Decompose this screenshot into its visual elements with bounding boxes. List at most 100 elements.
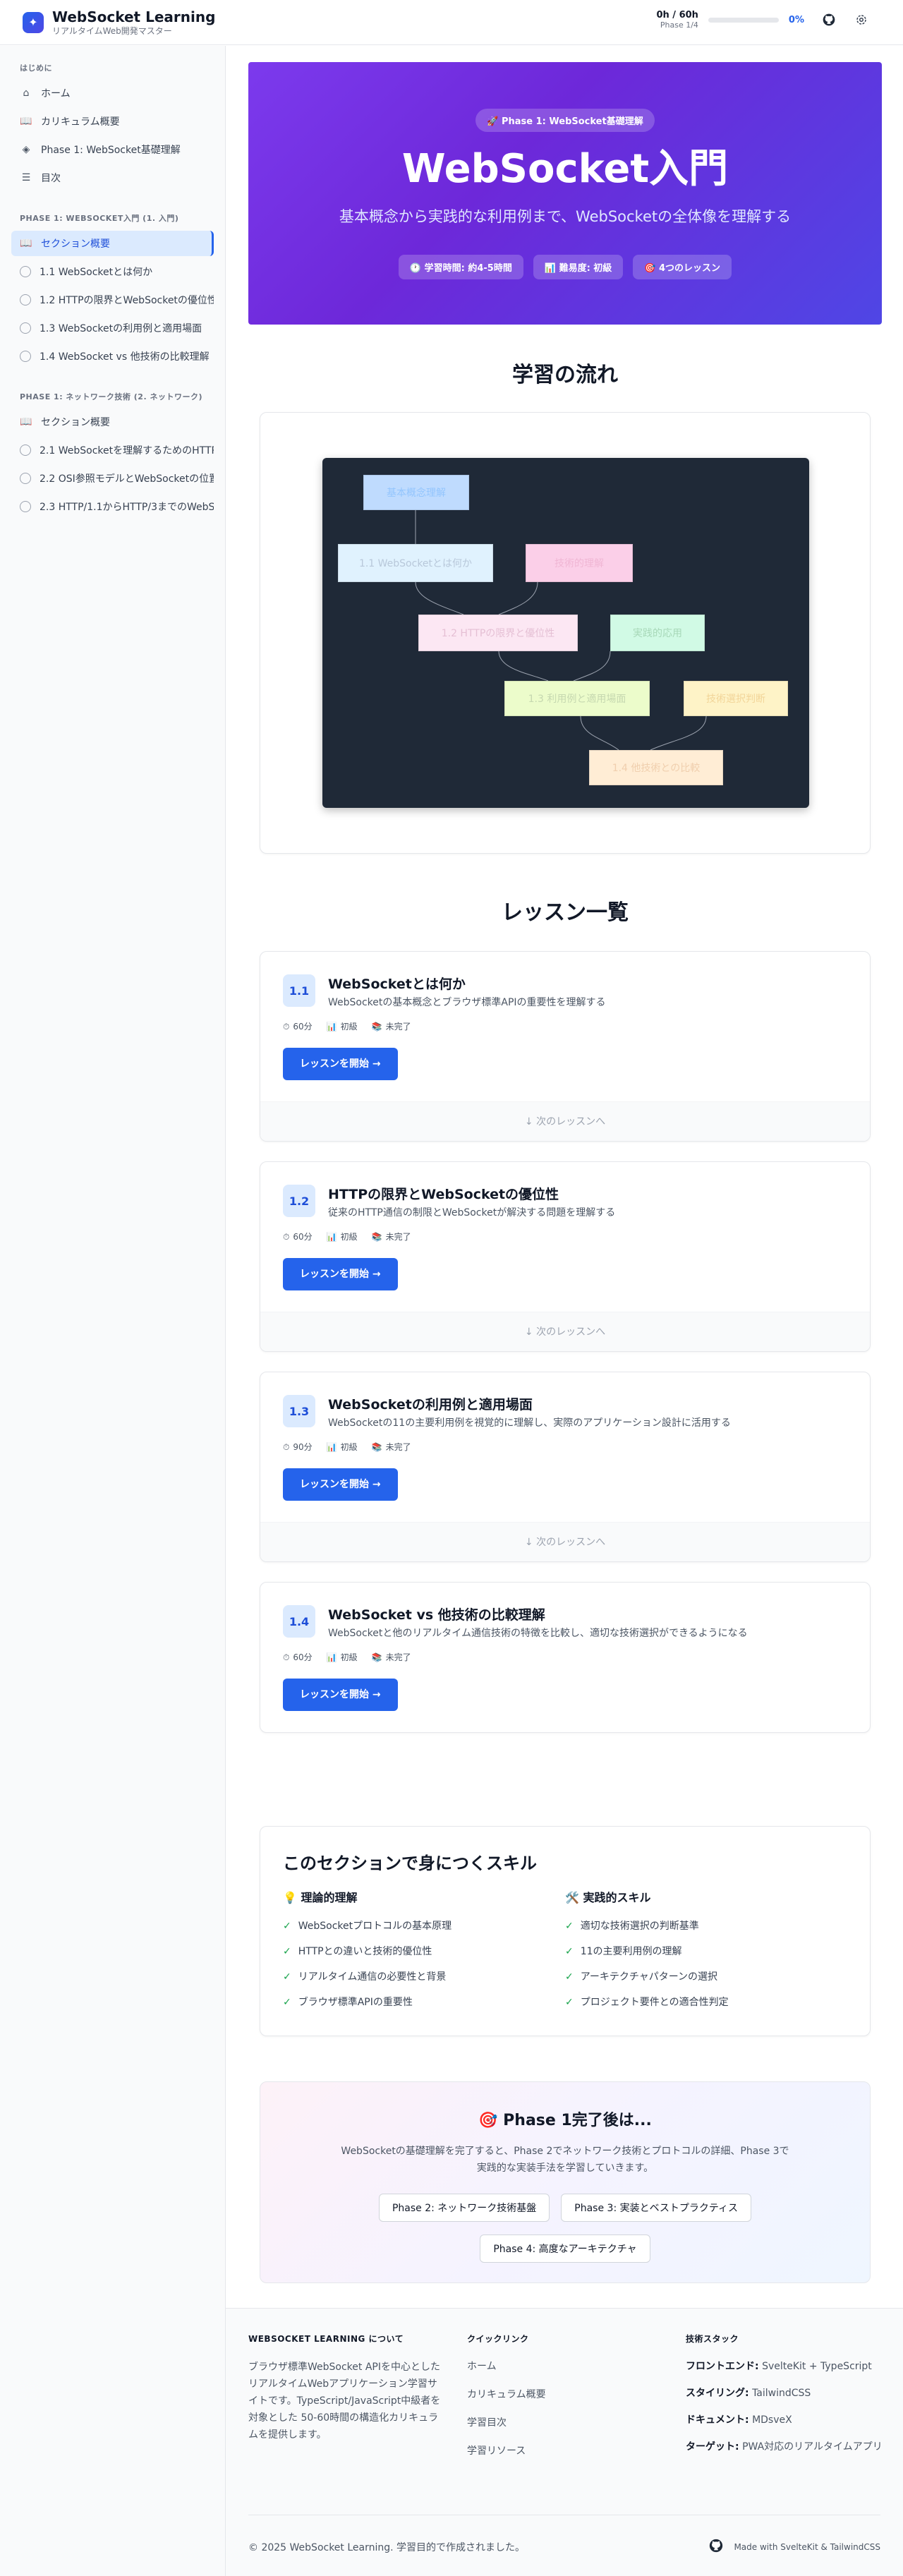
made-with: Made with SvelteKit & TailwindCSS xyxy=(708,2538,880,2556)
next-lesson-link[interactable]: ↓ 次のレッスンへ xyxy=(260,1101,870,1141)
incomplete-circle-icon xyxy=(20,266,31,277)
lesson-title: HTTPの限界とWebSocketの優位性 xyxy=(328,1187,559,1202)
sidebar-item-label: 2.3 HTTP/1.1からHTTP/3までのWebSocket xyxy=(40,502,214,513)
footer-about-text: ブラウザ標準WebSocket APIを中心とした リアルタイムWebアプリケー… xyxy=(248,2362,441,2441)
sidebar-item-lesson-1-2[interactable]: 1.2 HTTPの限界とWebSocketの優位性 xyxy=(11,287,214,313)
start-lesson-button[interactable]: レッスンを開始 → xyxy=(283,1679,398,1711)
logo-icon[interactable]: ✦ xyxy=(23,11,44,33)
top-header: ✦ WebSocket Learning リアルタイムWeb開発マスター 0h … xyxy=(0,0,903,45)
footer-link-toc[interactable]: 学習目次 xyxy=(467,2415,546,2429)
check-icon: ✓ xyxy=(565,1921,574,1932)
sidebar-item-phase1[interactable]: ◈ Phase 1: WebSocket基礎理解 xyxy=(11,137,214,162)
lesson-card: 1.2 HTTPの限界とWebSocketの優位性 従来のHTTP通信の制限とW… xyxy=(260,1161,871,1352)
incomplete-circle-icon xyxy=(20,501,31,512)
footer-link-resources[interactable]: 学習リソース xyxy=(467,2443,546,2457)
chart-icon: 📊 xyxy=(326,1232,337,1242)
sidebar-item-curriculum[interactable]: 📖 カリキュラム概要 xyxy=(11,109,214,134)
sidebar-item-lesson-1-1[interactable]: 1.1 WebSocketとは何か xyxy=(11,259,214,284)
phase-4-link[interactable]: Phase 4: 高度なアーキテクチャ xyxy=(480,2235,650,2263)
lesson-duration: ⏱ 60分 xyxy=(283,1652,313,1662)
sidebar-item-lesson-2-3[interactable]: 2.3 HTTP/1.1からHTTP/3までのWebSocket xyxy=(11,494,214,519)
start-lesson-button[interactable]: レッスンを開始 → xyxy=(283,1048,398,1080)
skills-title: このセクションで身につくスキル xyxy=(283,1854,537,1873)
lesson-duration: ⏱ 90分 xyxy=(283,1442,313,1452)
practice-skills-title: 🛠️ 実践的スキル xyxy=(565,1891,651,1904)
check-icon: ✓ xyxy=(283,1997,291,2008)
footer-link-home[interactable]: ホーム xyxy=(467,2359,546,2373)
stat-study-time: 🕐 学習時間: 約4-5時間 xyxy=(398,255,523,279)
skill-item: ✓ リアルタイム通信の必要性と背景 xyxy=(283,1964,565,1990)
flow-card: 基本概念理解 1.1 WebSocketとは何か 技術的理解 1.2 HTTPの… xyxy=(260,412,871,854)
flow-node-practical: 実践的応用 xyxy=(610,615,705,651)
sidebar-item-label: 1.4 WebSocket vs 他技術の比較理解 xyxy=(40,351,210,363)
sidebar-item-lesson-1-3[interactable]: 1.3 WebSocketの利用例と適用場面 xyxy=(11,315,214,341)
sidebar-item-label: カリキュラム概要 xyxy=(41,116,120,128)
sidebar-group-phase1-intro: PHASE 1: WEBSOCKET入門 (1. 入門) xyxy=(20,214,179,223)
start-lesson-button[interactable]: レッスンを開始 → xyxy=(283,1468,398,1501)
skill-item: ✓ アーキテクチャパターンの選択 xyxy=(565,1964,847,1990)
incomplete-circle-icon xyxy=(20,294,31,306)
next-lesson-link[interactable]: ↓ 次のレッスンへ xyxy=(260,1312,870,1351)
lesson-description: WebSocketと他のリアルタイム通信技術の特徴を比較し、適切な技術選択ができ… xyxy=(328,1628,748,1639)
books-icon: 📚 xyxy=(371,1232,382,1242)
chart-icon: 📊 xyxy=(326,1442,337,1452)
start-lesson-button[interactable]: レッスンを開始 → xyxy=(283,1258,398,1290)
sidebar-item-home[interactable]: ⌂ ホーム xyxy=(11,80,214,106)
lesson-card: 1.3 WebSocketの利用例と適用場面 WebSocketの11の主要利用… xyxy=(260,1372,871,1562)
sidebar-item-lesson-1-4[interactable]: 1.4 WebSocket vs 他技術の比較理解 xyxy=(11,344,214,369)
stat-difficulty: 📊 難易度: 初級 xyxy=(533,255,624,279)
main-content: 🚀 Phase 1: WebSocket基礎理解 WebSocket入門 基本概… xyxy=(248,62,882,2283)
next-lesson-link[interactable]: ↓ 次のレッスンへ xyxy=(260,1522,870,1561)
lesson-description: WebSocketの11の主要利用例を視覚的に理解し、実際のアプリケーション設計… xyxy=(328,1417,731,1429)
lessons-title: レッスン一覧 xyxy=(502,900,629,925)
phase-2-link[interactable]: Phase 2: ネットワーク技術基盤 xyxy=(378,2194,550,2222)
stack-item: スタイリング: TailwindCSS xyxy=(686,2388,811,2399)
lesson-level: 📊 初級 xyxy=(326,1652,358,1662)
lesson-level: 📊 初級 xyxy=(326,1022,358,1032)
sidebar-item-section-overview[interactable]: 📖 セクション概要 xyxy=(11,231,214,256)
lesson-status: 📚 未完了 xyxy=(371,1652,411,1662)
progress-hours: 0h / 60h xyxy=(656,10,698,20)
footer-link-curriculum[interactable]: カリキュラム概要 xyxy=(467,2387,546,2401)
stack-item: ターゲット: PWA対応のリアルタイムアプリ xyxy=(686,2441,883,2453)
incomplete-circle-icon xyxy=(20,351,31,362)
sidebar-item-label: ホーム xyxy=(41,88,71,99)
phase-3-link[interactable]: Phase 3: 実装とベストプラクティス xyxy=(561,2194,752,2222)
sidebar-item-lesson-2-1[interactable]: 2.1 WebSocketを理解するためのHTTP基礎 xyxy=(11,437,214,463)
skill-item: ✓ 11の主要利用例の理解 xyxy=(565,1939,847,1964)
github-icon[interactable] xyxy=(821,12,837,28)
lesson-card: 1.1 WebSocketとは何か WebSocketの基本概念とブラウザ標準A… xyxy=(260,951,871,1142)
flow-title: 学習の流れ xyxy=(512,363,618,387)
lesson-status: 📚 未完了 xyxy=(371,1232,411,1242)
flow-diagram: 基本概念理解 1.1 WebSocketとは何か 技術的理解 1.2 HTTPの… xyxy=(322,458,809,808)
flow-node-basics: 基本概念理解 xyxy=(363,475,469,510)
lesson-status: 📚 未完了 xyxy=(371,1022,411,1032)
incomplete-circle-icon xyxy=(20,445,31,456)
progress-area: 0h / 60h Phase 1/4 0% xyxy=(656,10,869,30)
sidebar-item-label: Phase 1: WebSocket基礎理解 xyxy=(41,145,181,156)
sidebar-item-label: 2.1 WebSocketを理解するためのHTTP基礎 xyxy=(40,445,214,456)
book-icon: 📖 xyxy=(20,238,32,249)
footer-tech-stack: 技術スタック フロントエンド: SvelteKit + TypeScript ス… xyxy=(686,2333,883,2455)
brand-title: WebSocket Learning xyxy=(52,8,216,25)
sidebar-item-toc[interactable]: ☰ 目次 xyxy=(11,165,214,191)
lesson-number-badge: 1.4 xyxy=(283,1605,315,1638)
lesson-number-badge: 1.1 xyxy=(283,974,315,1007)
hero-subtitle: 基本概念から実践的な利用例まで、WebSocketの全体像を理解する xyxy=(339,208,792,225)
sidebar-item-lesson-2-2[interactable]: 2.2 OSI参照モデルとWebSocketの位置 xyxy=(11,466,214,491)
lesson-level: 📊 初級 xyxy=(326,1232,358,1242)
flow-node-lesson-1-3: 1.3 利用例と適用場面 xyxy=(504,681,650,716)
incomplete-circle-icon xyxy=(20,473,31,484)
clock-icon: ⏱ xyxy=(283,1232,290,1242)
check-icon: ✓ xyxy=(283,1921,291,1932)
settings-gear-icon[interactable] xyxy=(854,12,869,28)
skill-item: ✓ HTTPとの違いと技術的優位性 xyxy=(283,1939,565,1964)
sidebar-item-network-overview[interactable]: 📖 セクション概要 xyxy=(11,409,214,435)
lesson-level: 📊 初級 xyxy=(326,1442,358,1452)
github-icon[interactable] xyxy=(708,2538,724,2556)
brand[interactable]: WebSocket Learning リアルタイムWeb開発マスター xyxy=(52,8,215,37)
footer: WEBSOCKET LEARNING について ブラウザ標準WebSocket … xyxy=(226,2308,903,2576)
brand-subtitle: リアルタイムWeb開発マスター xyxy=(52,25,172,36)
hero-banner: 🚀 Phase 1: WebSocket基礎理解 WebSocket入門 基本概… xyxy=(248,62,882,325)
lesson-number-badge: 1.2 xyxy=(283,1185,315,1217)
